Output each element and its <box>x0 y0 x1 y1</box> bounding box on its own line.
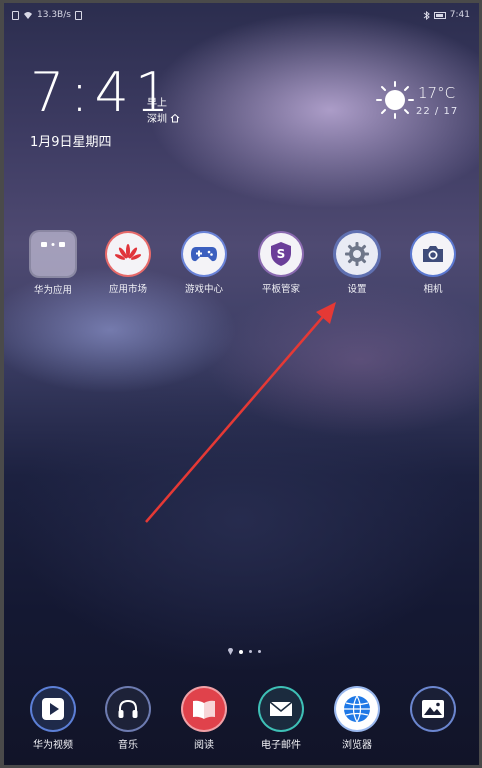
city-label: 深圳 <box>147 114 167 125</box>
app-label: 华为应用 <box>33 285 72 296</box>
sim-icon <box>12 10 19 20</box>
app-label: 平板管家 <box>261 284 300 295</box>
svg-text:S: S <box>277 247 286 261</box>
headphones-icon <box>107 688 149 730</box>
page-dot <box>249 650 252 653</box>
app-label: 相机 <box>423 284 443 295</box>
app-appgallery[interactable]: 应用市场 <box>93 233 163 295</box>
app-label: 音乐 <box>118 740 138 751</box>
gear-icon <box>336 233 378 275</box>
home-page-icon <box>228 648 233 655</box>
wifi-icon <box>24 11 32 19</box>
app-label: 浏览器 <box>342 740 372 751</box>
app-label: 阅读 <box>194 740 214 751</box>
globe-icon <box>336 688 378 730</box>
app-game-center[interactable]: 游戏中心 <box>169 233 239 295</box>
mail-icon <box>260 688 302 730</box>
clock-city: 深圳 <box>147 110 180 125</box>
app-label: 应用市场 <box>108 284 147 295</box>
app-reader[interactable]: 阅读 <box>169 688 239 751</box>
app-huawei-apps-folder[interactable]: 华为应用 <box>18 232 88 296</box>
app-gallery[interactable] <box>398 688 468 736</box>
clock-ampm: 早上 <box>147 98 167 109</box>
status-time: 7:41 <box>449 10 470 20</box>
app-tablet-manager[interactable]: S 平板管家 <box>246 233 316 295</box>
app-music[interactable]: 音乐 <box>93 688 163 751</box>
page-dot <box>258 650 261 653</box>
app-settings[interactable]: 设置 <box>322 233 392 295</box>
play-icon <box>32 688 74 730</box>
huawei-appgallery-icon <box>107 233 149 275</box>
app-camera[interactable]: 相机 <box>398 233 468 295</box>
app-huawei-video[interactable]: 华为视频 <box>18 688 88 751</box>
weather-temperature: 17°C <box>418 84 456 102</box>
folder-icon <box>31 232 75 276</box>
weather-range: 22 / 17 <box>416 106 459 117</box>
camera-icon <box>412 233 454 275</box>
shield-icon: S <box>260 233 302 275</box>
app-label: 设置 <box>347 284 367 295</box>
status-bar: 13.3B/s 7:41 <box>12 8 470 22</box>
network-speed: 13.3B/s <box>37 10 71 20</box>
app-email[interactable]: 电子邮件 <box>246 688 316 751</box>
battery-icon <box>433 11 446 19</box>
page-indicator[interactable] <box>228 648 261 655</box>
home-icon <box>170 113 180 122</box>
notification-icon <box>74 10 82 20</box>
clock-date: 1月9日星期四 <box>30 135 112 150</box>
app-label: 游戏中心 <box>184 284 223 295</box>
bluetooth-icon <box>423 10 430 20</box>
book-icon <box>183 688 225 730</box>
gallery-icon <box>412 688 454 730</box>
sun-icon[interactable] <box>375 80 415 120</box>
app-label: 华为视频 <box>33 740 73 751</box>
app-browser[interactable]: 浏览器 <box>322 688 392 751</box>
page-dot-active <box>239 649 243 654</box>
app-label: 电子邮件 <box>261 740 301 751</box>
gamepad-icon <box>183 233 225 275</box>
